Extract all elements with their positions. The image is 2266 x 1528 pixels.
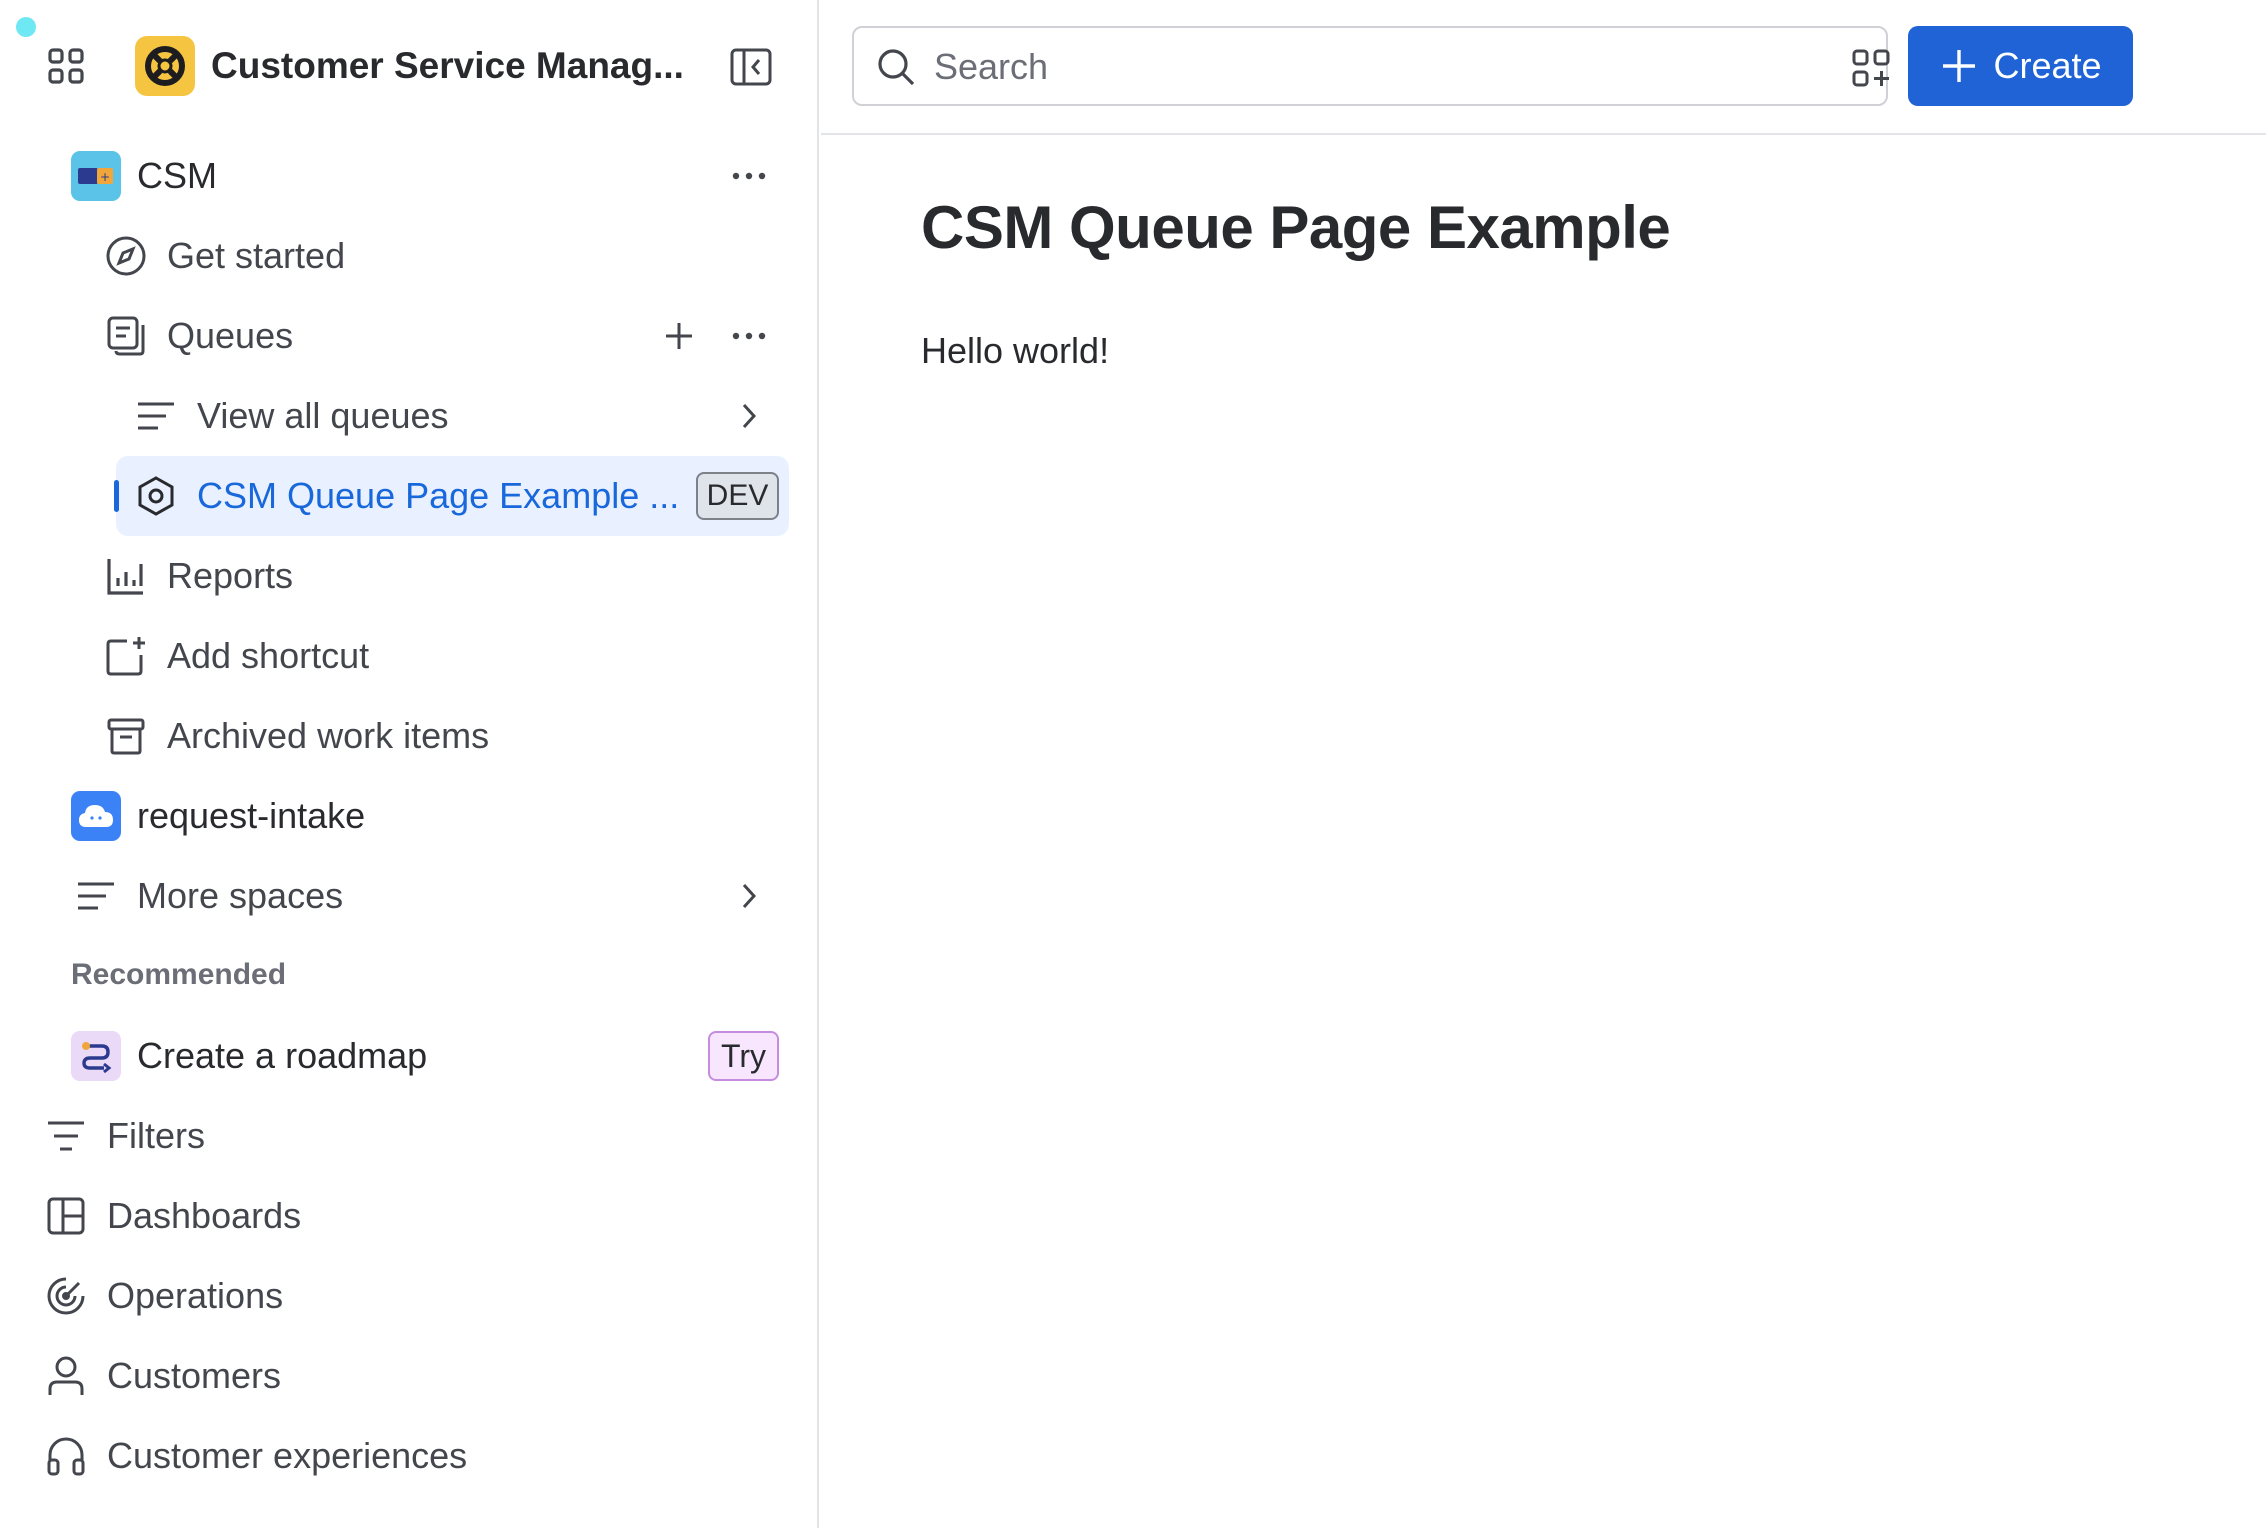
list-icon	[73, 873, 119, 919]
space-csm[interactable]: + CSM	[71, 142, 791, 210]
nav-label: Create a roadmap	[137, 1035, 428, 1076]
roadmap-icon	[71, 1031, 121, 1081]
nav-label: Customer experiences	[107, 1435, 468, 1476]
product-logo-icon[interactable]	[135, 36, 195, 96]
headset-icon	[43, 1433, 89, 1479]
nav-label: Dashboards	[107, 1195, 302, 1236]
nav-view-all-queues[interactable]: View all queues	[133, 382, 773, 450]
nav-dashboards[interactable]: Dashboards	[43, 1182, 301, 1250]
queues-icon	[103, 313, 149, 359]
nav-label: More spaces	[137, 875, 344, 916]
try-badge[interactable]: Try	[708, 1031, 779, 1081]
product-title[interactable]: Customer Service Manag...	[211, 45, 684, 87]
nav-label: CSM Queue Page Example ...	[197, 475, 680, 516]
app-window: Customer Service Manag... + CSM Get star…	[0, 0, 2266, 1528]
nav-label: Archived work items	[167, 715, 490, 756]
nav-label: Get started	[167, 235, 346, 276]
plus-icon	[1939, 46, 1979, 86]
nav-more-spaces[interactable]: More spaces	[73, 862, 773, 930]
nav-reports[interactable]: Reports	[103, 542, 293, 610]
dev-badge: DEV	[696, 472, 779, 520]
space-label: CSM	[137, 155, 217, 196]
nav-label: Reports	[167, 555, 294, 596]
add-queue-icon[interactable]	[656, 313, 702, 359]
nav-add-shortcut[interactable]: Add shortcut	[103, 622, 369, 690]
space-label: request-intake	[137, 795, 366, 836]
svg-text:+: +	[100, 170, 110, 184]
chevron-right-icon[interactable]	[726, 393, 772, 439]
nav-label: Add shortcut	[167, 635, 370, 676]
chevron-right-icon[interactable]	[726, 873, 772, 919]
dashboard-icon	[43, 1193, 89, 1239]
create-button[interactable]: Create	[1908, 26, 2133, 106]
add-app-icon[interactable]	[1849, 46, 1893, 90]
sidebar: Customer Service Manag... + CSM Get star…	[0, 0, 819, 1528]
compass-icon	[103, 233, 149, 279]
nav-archived-work-items[interactable]: Archived work items	[103, 702, 489, 770]
page-body-text: Hello world!	[921, 330, 1110, 371]
archive-icon	[103, 713, 149, 759]
nav-label: Customers	[107, 1355, 282, 1396]
nav-csm-queue-page-example[interactable]: CSM Queue Page Example ...	[133, 462, 679, 530]
queues-more-icon[interactable]	[726, 313, 772, 359]
top-bar: Create	[821, 0, 2266, 135]
nav-get-started[interactable]: Get started	[103, 222, 345, 290]
nav-label: Operations	[107, 1275, 284, 1316]
create-label: Create	[1993, 45, 2102, 86]
space-request-intake[interactable]: request-intake	[71, 782, 365, 850]
list-icon	[133, 393, 179, 439]
collapse-sidebar-icon[interactable]	[726, 42, 776, 92]
cloud-space-icon	[71, 791, 121, 841]
person-icon	[43, 1353, 89, 1399]
sidebar-header: Customer Service Manag...	[0, 0, 819, 132]
nav-operations[interactable]: Operations	[43, 1262, 283, 1330]
search-input[interactable]	[934, 42, 1794, 92]
nav-customers[interactable]: Customers	[43, 1342, 281, 1410]
nav-filters[interactable]: Filters	[43, 1102, 205, 1170]
nav-queues[interactable]: Queues	[103, 302, 293, 370]
selected-indicator	[114, 480, 119, 512]
hexagon-settings-icon	[133, 473, 179, 519]
app-switcher-icon[interactable]	[40, 40, 92, 92]
nav-create-roadmap[interactable]: Create a roadmap	[71, 1022, 427, 1090]
filter-icon	[43, 1113, 89, 1159]
nav-label: Filters	[107, 1115, 205, 1156]
add-shortcut-icon	[103, 633, 149, 679]
bar-chart-icon	[103, 553, 149, 599]
recommended-heading: Recommended	[71, 958, 287, 991]
csm-space-icon: +	[71, 151, 121, 201]
operations-icon	[43, 1273, 89, 1319]
nav-label: Queues	[167, 315, 294, 356]
search-box[interactable]	[852, 26, 1890, 106]
nav-customer-experiences[interactable]: Customer experiences	[43, 1422, 467, 1490]
search-icon	[874, 45, 918, 89]
nav-label: View all queues	[197, 395, 449, 436]
page-title: CSM Queue Page Example	[921, 194, 1671, 261]
csm-more-icon[interactable]	[726, 153, 772, 199]
